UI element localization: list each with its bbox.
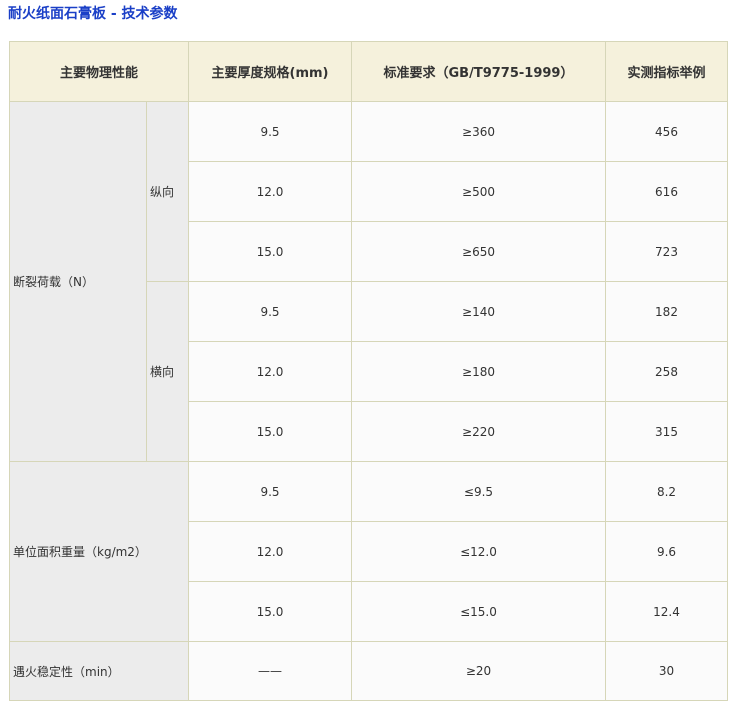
cell-measured: 723 (605, 221, 728, 282)
header-measured: 实测指标举例 (605, 41, 728, 102)
direction-longitudinal: 纵向 (146, 101, 189, 282)
cell-measured: 30 (605, 641, 728, 701)
page-title: 耐火纸面石膏板 - 技术参数 (8, 6, 178, 22)
header-standard: 标准要求（GB/T9775-1999） (351, 41, 606, 102)
tech-params-table: 主要物理性能 主要厚度规格(mm) 标准要求（GB/T9775-1999） 实测… (9, 41, 728, 701)
cell-standard: ≥360 (351, 101, 606, 162)
property-unit-weight: 单位面积重量（kg/m2） (9, 461, 189, 642)
header-thickness: 主要厚度规格(mm) (188, 41, 352, 102)
cell-standard: ≥650 (351, 221, 606, 282)
cell-measured: 12.4 (605, 581, 728, 642)
cell-measured: 456 (605, 101, 728, 162)
cell-standard: ≥500 (351, 161, 606, 222)
cell-measured: 9.6 (605, 521, 728, 582)
cell-thickness: 12.0 (188, 521, 352, 582)
cell-measured: 8.2 (605, 461, 728, 522)
cell-thickness: 12.0 (188, 341, 352, 402)
direction-transverse: 横向 (146, 281, 189, 462)
property-breaking-load: 断裂荷载（N） (9, 101, 147, 462)
cell-measured: 182 (605, 281, 728, 342)
cell-standard: ≤9.5 (351, 461, 606, 522)
cell-measured: 315 (605, 401, 728, 462)
cell-thickness: 15.0 (188, 581, 352, 642)
cell-standard: ≥140 (351, 281, 606, 342)
cell-standard: ≤12.0 (351, 521, 606, 582)
cell-thickness: 15.0 (188, 401, 352, 462)
cell-thickness: 15.0 (188, 221, 352, 282)
cell-thickness: 9.5 (188, 281, 352, 342)
cell-thickness: 9.5 (188, 101, 352, 162)
cell-standard: ≥180 (351, 341, 606, 402)
cell-measured: 616 (605, 161, 728, 222)
property-fire-stability: 遇火稳定性（min） (9, 641, 189, 701)
cell-thickness: —— (188, 641, 352, 701)
cell-thickness: 9.5 (188, 461, 352, 522)
cell-standard: ≥20 (351, 641, 606, 701)
cell-thickness: 12.0 (188, 161, 352, 222)
cell-standard: ≤15.0 (351, 581, 606, 642)
header-physical-property: 主要物理性能 (9, 41, 189, 102)
cell-measured: 258 (605, 341, 728, 402)
cell-standard: ≥220 (351, 401, 606, 462)
